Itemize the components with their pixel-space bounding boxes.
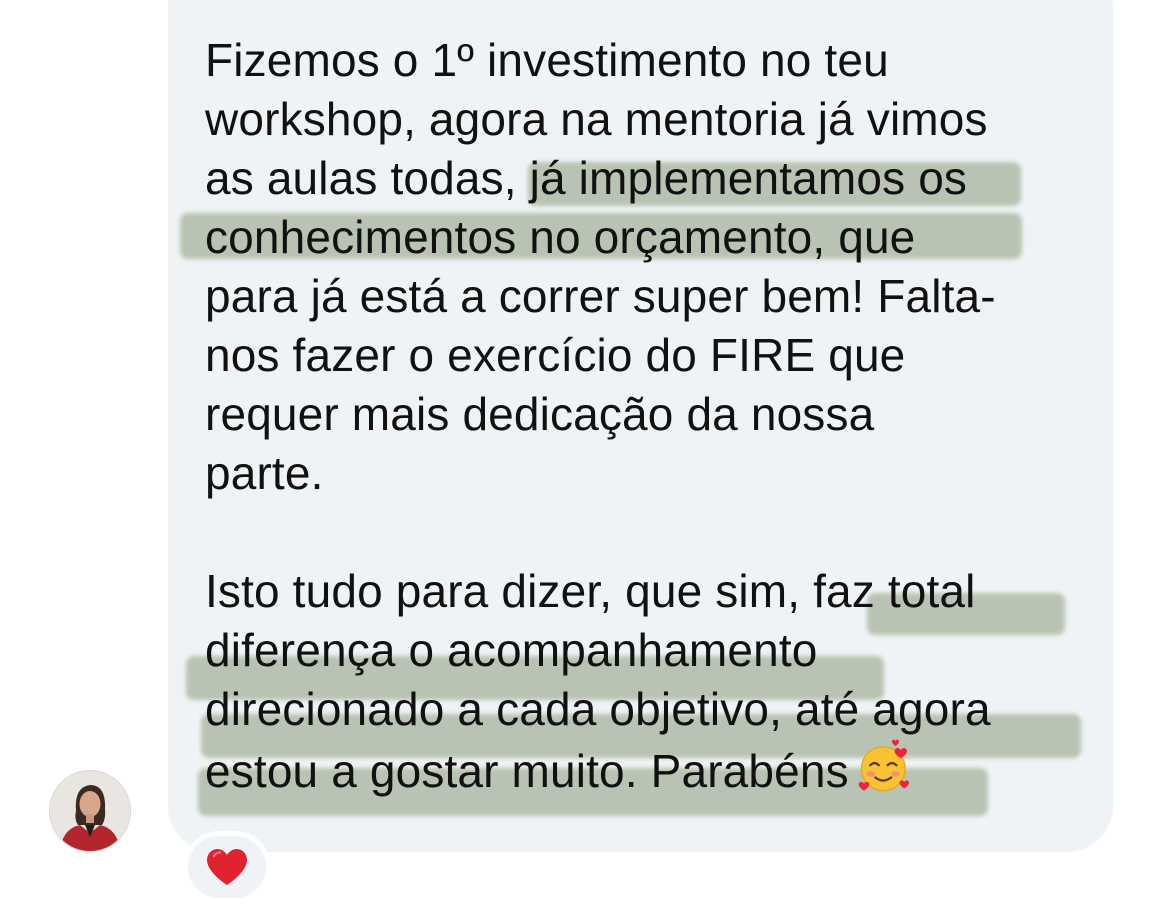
message-line: requer mais dedicação da nossa bbox=[205, 388, 875, 440]
message-line: nos fazer o exercício do FIRE que bbox=[205, 329, 906, 381]
avatar[interactable] bbox=[49, 770, 131, 852]
message-line: diferença o acompanhamento bbox=[205, 624, 818, 676]
message-line: Fizemos o 1º investimento no teu bbox=[205, 34, 889, 86]
message-line: conhecimentos no orçamento, que bbox=[205, 211, 916, 263]
message-line: estou a gostar muito. Parabéns bbox=[205, 745, 849, 797]
smiling-face-with-hearts-icon bbox=[858, 739, 909, 792]
message-line: Isto tudo para dizer, que sim, faz total bbox=[205, 565, 976, 617]
reaction-pill[interactable] bbox=[183, 831, 271, 903]
message-text: Fizemos o 1º investimento no teu worksho… bbox=[205, 31, 1085, 801]
message-line: workshop, agora na mentoria já vimos bbox=[205, 93, 988, 145]
red-heart-icon bbox=[207, 849, 247, 885]
message-line: parte. bbox=[205, 447, 324, 499]
profile-photo-icon bbox=[50, 771, 130, 851]
message-line: direcionado a cada objetivo, até agora bbox=[205, 683, 991, 735]
message-line-last: estou a gostar muito. Parabéns bbox=[205, 739, 1085, 801]
message-line: as aulas todas, já implementamos os bbox=[205, 152, 968, 204]
chat-screen: Fizemos o 1º investimento no teu worksho… bbox=[0, 0, 1169, 919]
message-line: para já está a correr super bem! Falta- bbox=[205, 270, 996, 322]
